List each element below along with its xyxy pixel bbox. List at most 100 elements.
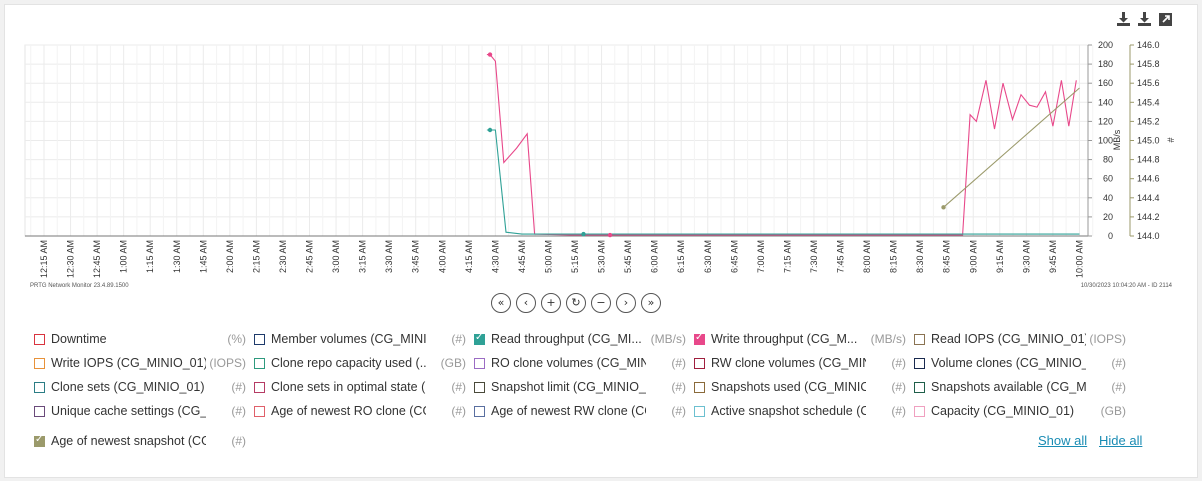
- legend-checkbox[interactable]: [694, 405, 705, 417]
- legend-item[interactable]: RW clone volumes (CG_MINI... (#): [694, 354, 906, 372]
- forward-button[interactable]: ›: [616, 293, 636, 313]
- legend-item[interactable]: Snapshot limit (CG_MINIO_01) (#): [474, 378, 686, 396]
- y-right-tick-label: 145.2: [1137, 116, 1160, 126]
- x-tick-label: 8:45 AM: [942, 240, 952, 273]
- chart: 0 20 40 60 80 100 120 140 160 180 200 144.0 144.2 144…: [24, 40, 1176, 289]
- back-button[interactable]: ‹: [516, 293, 536, 313]
- legend-item[interactable]: Clone sets in optimal state (... (#): [254, 378, 466, 396]
- legend-item[interactable]: RO clone volumes (CG_MINI... (#): [474, 354, 686, 372]
- legend-item[interactable]: Clone repo capacity used (... (GB): [254, 354, 466, 372]
- legend-checkbox[interactable]: [34, 357, 45, 369]
- x-tick-label: 5:15 AM: [570, 240, 580, 273]
- legend-label: Read throughput (CG_MI...: [491, 332, 642, 346]
- legend-unit: (#): [451, 404, 466, 418]
- x-tick-label: 3:15 AM: [358, 240, 368, 273]
- legend-checkbox[interactable]: [914, 357, 925, 369]
- legend-unit: (#): [671, 404, 686, 418]
- x-tick-label: 3:00 AM: [331, 240, 341, 273]
- legend-label: Clone repo capacity used (...: [271, 356, 426, 370]
- x-tick-label: 8:00 AM: [862, 240, 872, 273]
- legend-checkbox[interactable]: [34, 405, 45, 417]
- legend-label: Age of newest RW clone (CG...: [491, 404, 646, 418]
- x-tick-label: 1:30 AM: [172, 240, 182, 273]
- x-tick-label: 4:15 AM: [464, 240, 474, 273]
- legend-item[interactable]: Downtime (%): [34, 330, 246, 348]
- legend-item[interactable]: Read IOPS (CG_MINIO_01) (IOPS): [914, 330, 1126, 348]
- legend-checkbox[interactable]: [254, 333, 265, 345]
- x-tick-label: 5:00 AM: [543, 240, 553, 273]
- footer-left: PRTG Network Monitor 23.4.89.1500: [30, 283, 129, 289]
- hide-all-link[interactable]: Hide all: [1099, 433, 1142, 448]
- legend-label: Clone sets in optimal state (...: [271, 380, 426, 394]
- legend-checkbox[interactable]: [254, 357, 265, 369]
- x-tick-label: 7:30 AM: [809, 240, 819, 273]
- legend-checkbox[interactable]: [474, 405, 485, 417]
- y-right-tick-label: 145.4: [1137, 97, 1160, 107]
- zoom-out-button[interactable]: −: [591, 293, 611, 313]
- x-tick-label: 2:15 AM: [251, 240, 261, 273]
- legend-checkbox[interactable]: [254, 381, 265, 393]
- legend-item[interactable]: Member volumes (CG_MINI... (#): [254, 330, 466, 348]
- legend-item[interactable]: Volume clones (CG_MINIO_0... (#): [914, 354, 1126, 372]
- legend-checkbox[interactable]: [914, 333, 925, 345]
- legend-item[interactable]: Age of newest snapshot (CG... (#): [34, 432, 246, 450]
- x-tick-label: 5:45 AM: [623, 240, 633, 273]
- legend-checkbox[interactable]: [34, 381, 45, 393]
- x-tick-label: 12:30 AM: [66, 240, 76, 278]
- y-left-tick-label: 140: [1098, 97, 1113, 107]
- legend-label: Member volumes (CG_MINI...: [271, 332, 426, 346]
- reset-button[interactable]: ↻: [566, 293, 586, 313]
- x-tick-label: 1:00 AM: [119, 240, 129, 273]
- y-left-tick-label: 80: [1103, 155, 1113, 165]
- legend-item[interactable]: Clone sets (CG_MINIO_01) (#): [34, 378, 246, 396]
- legend-checkbox[interactable]: [34, 333, 45, 345]
- legend-checkbox[interactable]: [694, 357, 705, 369]
- x-tick-label: 12:15 AM: [39, 240, 49, 278]
- x-tick-label: 3:45 AM: [411, 240, 421, 273]
- legend-checkbox[interactable]: [474, 357, 485, 369]
- legend-checkbox[interactable]: [694, 332, 705, 345]
- legend-item[interactable]: Write IOPS (CG_MINIO_01) (IOPS): [34, 354, 246, 372]
- x-tick-label: 4:00 AM: [437, 240, 447, 273]
- legend-item[interactable]: Active snapshot schedule (C... (#): [694, 402, 906, 420]
- legend-checkbox[interactable]: [694, 381, 705, 393]
- graph-navigation: «‹ + ↻ − ›»: [491, 293, 661, 313]
- legend-item[interactable]: Snapshots used (CG_MINIO_... (#): [694, 378, 906, 396]
- rewind-far-button[interactable]: «: [491, 293, 511, 313]
- legend-item[interactable]: Read throughput (CG_MI... (MB/s): [474, 330, 686, 348]
- legend-checkbox[interactable]: [34, 434, 45, 447]
- x-tick-label: 9:30 AM: [1021, 240, 1031, 273]
- legend-label: Clone sets (CG_MINIO_01): [51, 380, 205, 394]
- legend-unit: (IOPS): [1089, 332, 1126, 346]
- legend-checkbox[interactable]: [914, 405, 925, 417]
- legend-item[interactable]: Unique cache settings (CG_... (#): [34, 402, 246, 420]
- legend-item[interactable]: Snapshots available (CG_MI... (#): [914, 378, 1126, 396]
- legend-unit: (%): [227, 332, 246, 346]
- legend-label: Snapshot limit (CG_MINIO_01): [491, 380, 646, 394]
- legend-checkbox[interactable]: [474, 381, 485, 393]
- legend-label: RO clone volumes (CG_MINI...: [491, 356, 646, 370]
- legend-checkbox[interactable]: [254, 405, 265, 417]
- x-tick-label: 9:45 AM: [1048, 240, 1058, 273]
- y-left-tick-label: 60: [1103, 174, 1113, 184]
- legend-unit: (#): [671, 356, 686, 370]
- legend-label: Snapshots available (CG_MI...: [931, 380, 1086, 394]
- y-left-tick-label: 20: [1103, 212, 1113, 222]
- show-all-link[interactable]: Show all: [1038, 433, 1087, 448]
- series-marker: [581, 231, 586, 237]
- x-tick-label: 6:30 AM: [703, 240, 713, 273]
- zoom-in-button[interactable]: +: [541, 293, 561, 313]
- legend-checkbox[interactable]: [914, 381, 925, 393]
- legend-label: Active snapshot schedule (C...: [711, 404, 866, 418]
- legend-item[interactable]: Capacity (CG_MINIO_01) (GB): [914, 402, 1126, 420]
- x-tick-label: 4:45 AM: [517, 240, 527, 273]
- forward-far-button[interactable]: »: [641, 293, 661, 313]
- legend-item[interactable]: Age of newest RO clone (CG... (#): [254, 402, 466, 420]
- legend-item[interactable]: Age of newest RW clone (CG... (#): [474, 402, 686, 420]
- legend-item[interactable]: Write throughput (CG_M... (MB/s): [694, 330, 906, 348]
- legend-checkbox[interactable]: [474, 332, 485, 345]
- legend-unit: (#): [231, 404, 246, 418]
- x-tick-label: 10:00 AM: [1074, 240, 1084, 278]
- y-right-tick-label: 144.8: [1137, 155, 1160, 165]
- x-tick-label: 9:15 AM: [995, 240, 1005, 273]
